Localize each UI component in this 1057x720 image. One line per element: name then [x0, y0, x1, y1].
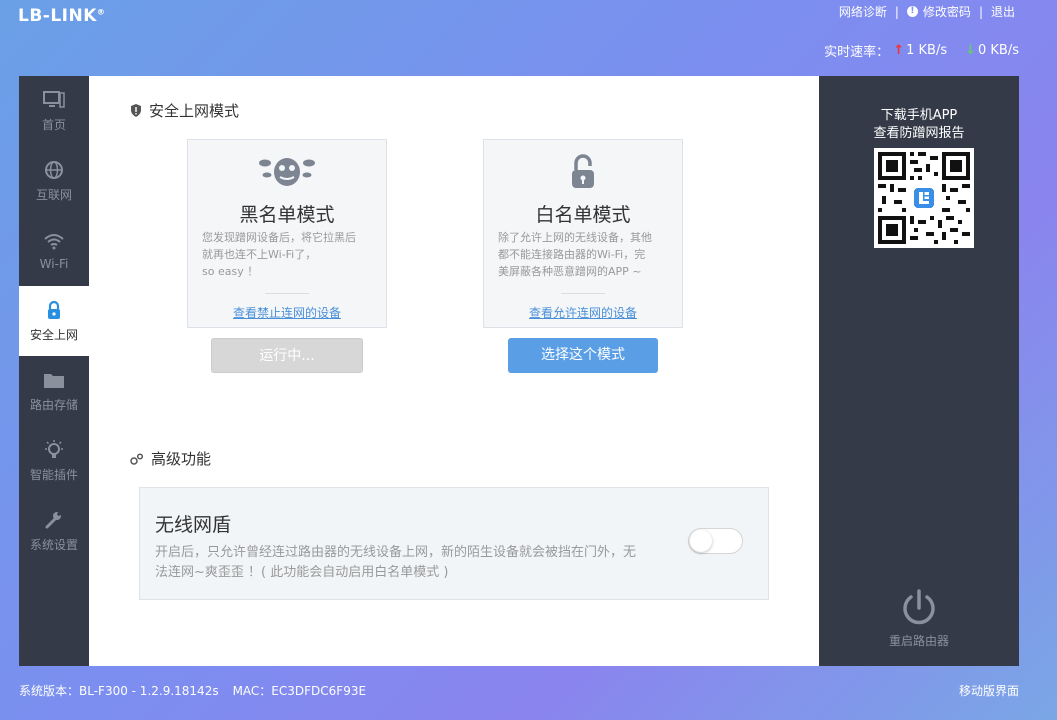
separator: |: [894, 4, 899, 19]
sidebar-item-wifi[interactable]: Wi-Fi: [19, 216, 89, 286]
lock-icon: [43, 300, 65, 320]
view-blocked-devices-link[interactable]: 查看禁止连网的设备: [233, 306, 341, 320]
blacklist-mode-card: 黑名单模式 您发现蹭网设备后，将它拉黑后 就再也连不上Wi-Fi了， so ea…: [187, 139, 387, 328]
wireless-shield-panel: 无线网盾 开启后，只允许曾经连过路由器的无线设备上网，新的陌生设备就会被挡在门外…: [139, 487, 769, 600]
globe-icon: [43, 160, 65, 180]
blacklist-description: 您发现蹭网设备后，将它拉黑后 就再也连不上Wi-Fi了， so easy ！: [202, 231, 356, 278]
brand-logo: LB-LINK®: [18, 6, 106, 26]
whitelist-title: 白名单模式: [535, 204, 631, 226]
view-allowed-devices-link[interactable]: 查看允许连网的设备: [529, 306, 637, 320]
mac-address: MAC：EC3DFDC6F93E: [232, 684, 367, 698]
wifi-icon: [43, 231, 65, 251]
upload-speed: 1 KB/s: [906, 43, 948, 58]
system-version: 系统版本：BL-F300 - 1.2.9.18142s MAC：EC3DFDC6F…: [19, 684, 367, 698]
gears-icon: [130, 452, 144, 465]
sidebar-item-label: 路由存储: [29, 397, 78, 412]
bulb-icon: [43, 439, 65, 460]
sidebar-item-label: 安全上网: [29, 327, 78, 342]
wrench-icon: [43, 510, 65, 530]
safe-mode-section-title: 安全上网模式: [130, 100, 239, 121]
sidebar-item-plugins[interactable]: 智能插件: [19, 426, 89, 496]
divider: [265, 293, 309, 294]
info-icon: !: [906, 6, 918, 17]
sidebar-item-label: 首页: [41, 117, 66, 132]
whitelist-mode-card: 白名单模式 除了允许上网的无线设备，其他 都不能连接路由器的Wi-Fi，完 美屏…: [483, 139, 683, 328]
sidebar-item-label: 系统设置: [29, 537, 78, 552]
upload-arrow-icon: ↑: [893, 43, 905, 58]
change-password-link[interactable]: 修改密码: [923, 3, 971, 20]
power-icon: [903, 589, 935, 625]
mobile-version-link[interactable]: 移动版界面: [959, 682, 1019, 699]
realtime-speed: 实时速率： ↑ 1 KB/s ↓ 0 KB/s: [824, 41, 1019, 60]
sidebar: 首页 互联网 Wi-Fi 安全上网 路由存储 智能插件 系统设置: [19, 76, 89, 666]
wireless-shield-description: 开启后，只允许曾经连过路由器的无线设备上网，新的陌生设备就会被挡在门外，无法连网…: [155, 545, 637, 580]
monitor-icon: [43, 90, 65, 110]
wireless-shield-toggle[interactable]: [688, 528, 743, 554]
wireless-shield-title: 无线网盾: [155, 514, 232, 536]
select-mode-button[interactable]: 选择这个模式: [508, 338, 658, 373]
sidebar-item-label: Wi-Fi: [39, 257, 69, 271]
reboot-label: 重启路由器: [888, 634, 949, 648]
logout-link[interactable]: 退出: [991, 3, 1015, 20]
blacklist-title: 黑名单模式: [239, 204, 335, 226]
toggle-knob: [690, 530, 712, 552]
advanced-section-title: 高级功能: [130, 448, 211, 469]
sidebar-item-internet[interactable]: 互联网: [19, 146, 89, 216]
top-links: 网络诊断 | ! 修改密码 | 退出: [839, 3, 1015, 20]
main-content: 安全上网模式 黑名单模式 您发现蹭网设备后，将它拉黑后 就再也连不上Wi-Fi了…: [89, 76, 819, 666]
qr-code: [874, 148, 974, 248]
sidebar-item-label: 互联网: [35, 187, 72, 202]
download-arrow-icon: ↓: [965, 43, 976, 58]
reboot-router-button[interactable]: 重启路由器: [819, 588, 1019, 649]
download-speed: 0 KB/s: [978, 43, 1019, 58]
unlock-icon: [484, 154, 682, 196]
whitelist-description: 除了允许上网的无线设备，其他 都不能连接路由器的Wi-Fi，完 美屏蔽各种恶意蹭…: [498, 231, 652, 278]
running-button[interactable]: 运行中...: [211, 338, 363, 373]
separator: |: [978, 4, 983, 19]
sidebar-item-label: 智能插件: [29, 467, 78, 482]
app-download-text: 下载手机APP 查看防蹭网报告: [873, 108, 965, 141]
bug-icon: [188, 154, 386, 196]
speed-label: 实时速率：: [824, 45, 890, 60]
sidebar-item-home[interactable]: 首页: [19, 76, 89, 146]
sidebar-item-settings[interactable]: 系统设置: [19, 496, 89, 566]
sidebar-item-safe-internet[interactable]: 安全上网: [19, 286, 89, 356]
folder-icon: [43, 370, 65, 390]
right-panel: 下载手机APP 查看防蹭网报告 重启路由器: [819, 76, 1019, 666]
sidebar-item-storage[interactable]: 路由存储: [19, 356, 89, 426]
divider: [561, 293, 605, 294]
network-diagnose-link[interactable]: 网络诊断: [839, 3, 887, 20]
shield-icon: [130, 104, 142, 117]
